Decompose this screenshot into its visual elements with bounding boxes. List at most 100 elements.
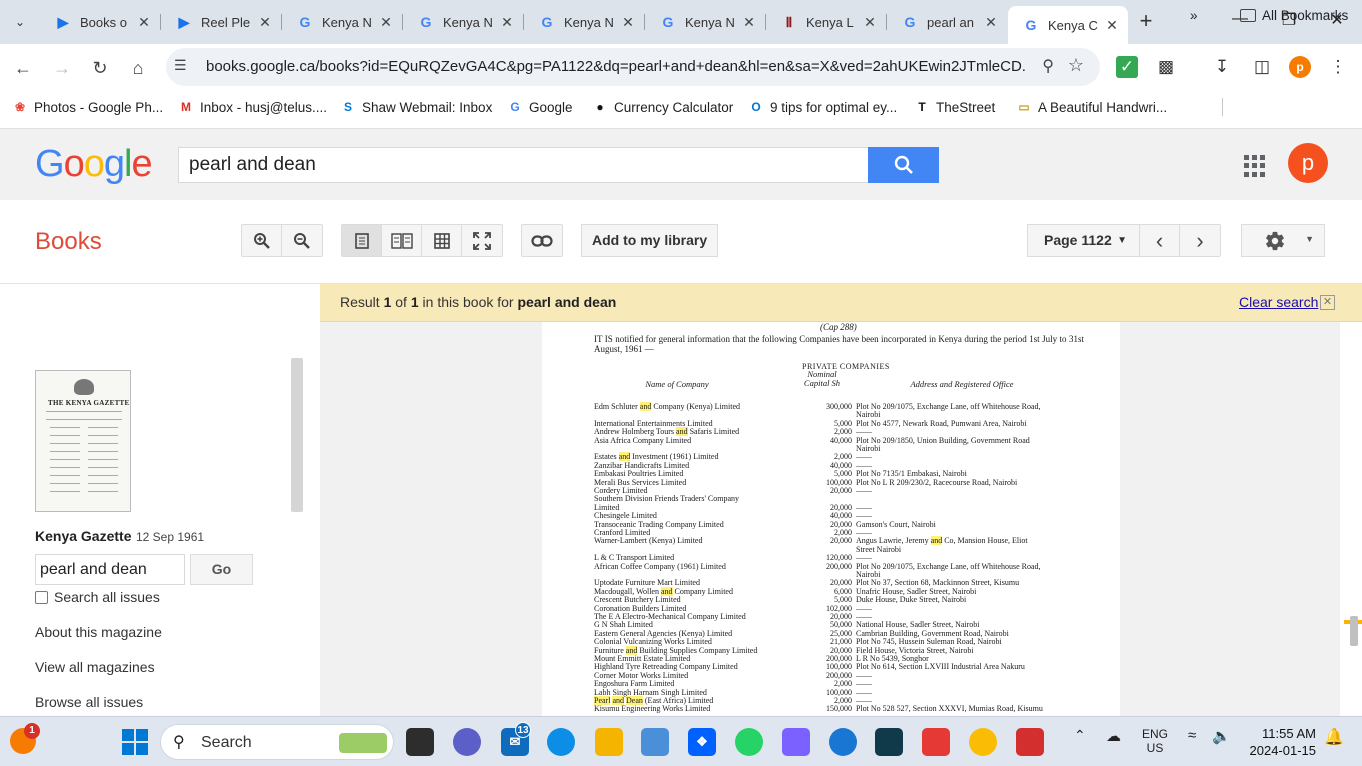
home-icon[interactable]: ⌂ bbox=[124, 54, 152, 82]
close-tab-icon[interactable]: ✕ bbox=[136, 14, 152, 31]
extension-check-icon[interactable]: ✓ bbox=[1116, 56, 1138, 78]
show-hidden-icons-chevron[interactable]: ⌃ bbox=[1074, 727, 1086, 744]
vpn-icon[interactable] bbox=[782, 728, 810, 756]
browser-tab[interactable]: ▶ Books o ✕ bbox=[40, 6, 161, 38]
zoom-in-icon[interactable] bbox=[242, 225, 282, 256]
chrome-icon[interactable] bbox=[969, 728, 997, 756]
language-indicator[interactable]: ENG US bbox=[1142, 727, 1168, 755]
downloads-icon[interactable]: ↧ bbox=[1210, 55, 1234, 79]
browser-tab[interactable]: G Kenya N ✕ bbox=[645, 6, 766, 38]
previous-page-icon[interactable]: ‹ bbox=[1140, 225, 1180, 256]
zoom-icon[interactable]: ⚲ bbox=[1042, 56, 1054, 76]
magazine-cover-thumbnail[interactable]: THE KENYA GAZETTE bbox=[35, 370, 131, 512]
close-tab-icon[interactable]: ✕ bbox=[862, 14, 878, 31]
close-result-bar-icon[interactable]: ✕ bbox=[1320, 295, 1335, 310]
file-explorer-icon[interactable] bbox=[595, 728, 623, 756]
url-text[interactable]: books.google.ca/books?id=EQuRQZevGA4C&pg… bbox=[206, 58, 1026, 75]
browser-tab[interactable]: Ⅱ Kenya L ✕ bbox=[766, 6, 887, 38]
all-bookmarks-button[interactable]: All Bookmarks bbox=[1240, 4, 1348, 26]
close-tab-icon[interactable]: ✕ bbox=[983, 14, 999, 31]
teams-chat-icon[interactable] bbox=[453, 728, 481, 756]
bookmark-item[interactable]: ● Currency Calculator bbox=[592, 96, 733, 118]
close-tab-icon[interactable]: ✕ bbox=[620, 14, 636, 31]
google-apps-icon[interactable] bbox=[1244, 155, 1266, 177]
dropbox-icon[interactable]: ❖ bbox=[688, 728, 716, 756]
network-cloud-icon[interactable]: ☁ bbox=[1106, 727, 1121, 745]
dark-app-icon[interactable] bbox=[875, 728, 903, 756]
app-icon[interactable] bbox=[641, 728, 669, 756]
bookmark-item[interactable]: S Shaw Webmail: Inbox bbox=[340, 96, 492, 118]
books-section-title[interactable]: Books bbox=[35, 228, 102, 256]
close-tab-icon[interactable]: ✕ bbox=[378, 14, 394, 31]
search-in-book-box[interactable] bbox=[35, 554, 185, 585]
browser-tab[interactable]: G Kenya C ✕ bbox=[1008, 6, 1128, 44]
checkbox-icon[interactable] bbox=[35, 590, 48, 604]
reload-icon[interactable]: ↻ bbox=[86, 54, 114, 82]
bookmark-star-icon[interactable]: ☆ bbox=[1068, 55, 1084, 76]
browser-tab[interactable]: G Kenya N ✕ bbox=[524, 6, 645, 38]
acrobat-icon[interactable] bbox=[1016, 728, 1044, 756]
google-search-button[interactable] bbox=[868, 147, 939, 183]
browser-tab[interactable]: Gpearl an ✕ bbox=[887, 6, 1007, 38]
bookmark-item[interactable]: G Google bbox=[507, 96, 572, 118]
zoom-out-icon[interactable] bbox=[282, 225, 322, 256]
notifications-bell-icon[interactable]: 🔔 bbox=[1324, 727, 1344, 747]
taskbar-search-box[interactable]: ⚲ Search bbox=[160, 724, 394, 760]
about-magazine-link[interactable]: About this magazine bbox=[35, 624, 162, 640]
bookmark-item[interactable]: O 9 tips for optimal ey... bbox=[748, 96, 897, 118]
google-account-avatar[interactable]: p bbox=[1288, 143, 1328, 183]
bookmark-item[interactable]: M Inbox - husj@telus.... bbox=[178, 96, 327, 118]
windows-start-icon[interactable] bbox=[121, 728, 149, 756]
forward-icon[interactable]: → bbox=[48, 54, 76, 82]
new-tab-button[interactable]: + bbox=[1132, 8, 1160, 36]
view-all-magazines-link[interactable]: View all magazines bbox=[35, 659, 155, 675]
close-tab-icon[interactable]: ✕ bbox=[257, 14, 273, 31]
extensions-puzzle-icon[interactable]: ▩ bbox=[1154, 55, 1178, 79]
settings-dropdown[interactable]: ▼ bbox=[1241, 224, 1325, 257]
whatsapp-icon[interactable] bbox=[735, 728, 763, 756]
add-to-library-button[interactable]: Add to my library bbox=[581, 224, 719, 257]
bookmark-item[interactable]: ▭ A Beautiful Handwri... bbox=[1016, 96, 1167, 118]
link-icon[interactable] bbox=[522, 225, 562, 256]
thumbnail-grid-icon[interactable] bbox=[422, 225, 462, 256]
chrome-profile-avatar[interactable]: p bbox=[1289, 56, 1311, 78]
edge-icon[interactable] bbox=[547, 728, 575, 756]
side-panel-icon[interactable]: ◫ bbox=[1250, 55, 1274, 79]
close-tab-icon[interactable]: ✕ bbox=[741, 14, 757, 31]
next-page-icon[interactable]: › bbox=[1180, 225, 1220, 256]
tab-search-dropdown-icon[interactable]: ⌄ bbox=[6, 8, 34, 36]
volume-icon[interactable]: 🔈 bbox=[1212, 727, 1231, 745]
go-button[interactable]: Go bbox=[190, 554, 253, 585]
google-search-box[interactable] bbox=[178, 147, 869, 183]
back-icon[interactable]: ← bbox=[9, 54, 37, 82]
page-select-dropdown[interactable]: Page 1122 ▼ bbox=[1027, 224, 1140, 257]
security-app-icon[interactable] bbox=[829, 728, 857, 756]
shield-app-icon[interactable] bbox=[922, 728, 950, 756]
google-search-input[interactable] bbox=[179, 148, 868, 182]
fullscreen-icon[interactable] bbox=[462, 225, 502, 256]
system-clock[interactable]: 11:55 AM 2024-01-15 bbox=[1244, 725, 1317, 759]
clear-search-link[interactable]: Clear search bbox=[1239, 294, 1318, 310]
close-tab-icon[interactable]: ✕ bbox=[1104, 17, 1120, 34]
address-bar[interactable]: ☰ books.google.ca/books?id=EQuRQZevGA4C&… bbox=[166, 48, 1100, 86]
single-page-icon[interactable] bbox=[342, 225, 382, 256]
browser-tab[interactable]: G Kenya N ✕ bbox=[403, 6, 524, 38]
browser-tab[interactable]: ▶ Reel Ple ✕ bbox=[161, 6, 282, 38]
search-all-issues-checkbox[interactable]: Search all issues bbox=[35, 589, 160, 605]
site-info-icon[interactable]: ☰ bbox=[174, 57, 187, 74]
two-page-icon[interactable] bbox=[382, 225, 422, 256]
more-bookmarks-chevron[interactable]: » bbox=[1190, 4, 1198, 26]
viewer-scrollbar[interactable] bbox=[1340, 322, 1362, 716]
left-panel-scrollbar[interactable] bbox=[291, 358, 303, 512]
task-view-icon[interactable] bbox=[406, 728, 434, 756]
close-tab-icon[interactable]: ✕ bbox=[499, 14, 515, 31]
search-in-book-input[interactable] bbox=[36, 555, 184, 584]
browse-all-issues-link[interactable]: Browse all issues bbox=[35, 694, 143, 710]
google-logo[interactable]: Google bbox=[35, 143, 153, 186]
browser-tab[interactable]: G Kenya N ✕ bbox=[282, 6, 403, 38]
bookmark-item[interactable]: ❀ Photos - Google Ph... bbox=[12, 96, 163, 118]
chrome-menu-icon[interactable]: ⋮ bbox=[1326, 55, 1350, 79]
bookmark-item[interactable]: T TheStreet bbox=[914, 96, 995, 118]
wifi-icon[interactable]: ≈ bbox=[1188, 727, 1196, 744]
viewer-scrollbar-thumb[interactable] bbox=[1350, 616, 1358, 646]
